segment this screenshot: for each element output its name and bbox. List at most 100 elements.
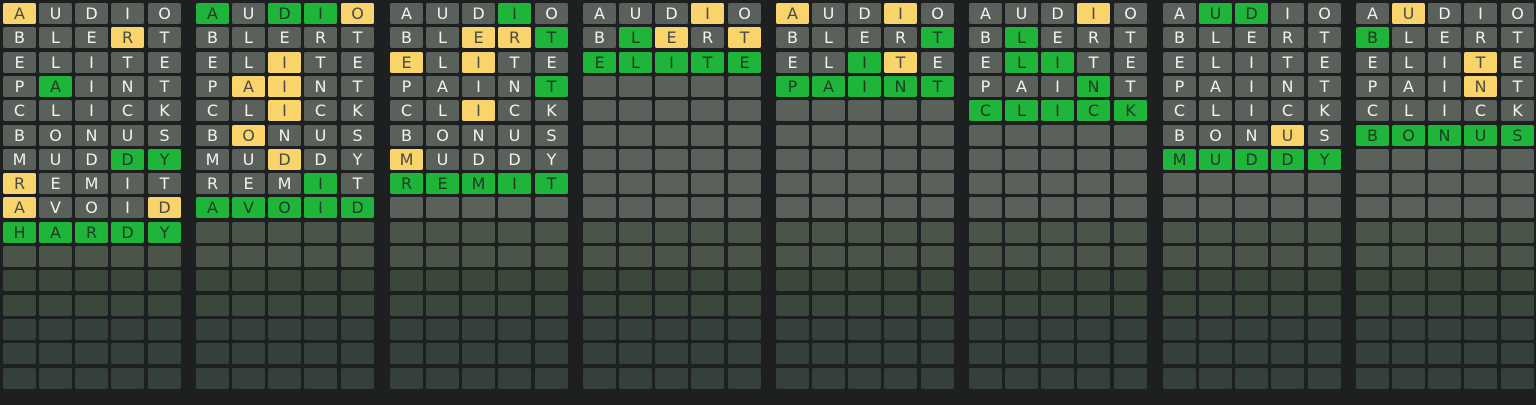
empty-tile xyxy=(148,246,181,267)
empty-tile xyxy=(1235,246,1268,267)
empty-tile xyxy=(498,197,531,218)
empty-tile xyxy=(1235,343,1268,364)
empty-tile xyxy=(196,246,229,267)
empty-tile xyxy=(1041,173,1074,194)
empty-tile xyxy=(848,295,881,316)
letter-tile-absent: R xyxy=(691,27,724,48)
letter-tile-absent: D xyxy=(304,149,337,170)
letter-tile-absent: A xyxy=(1163,3,1196,24)
empty-tile xyxy=(1114,149,1147,170)
empty-tile xyxy=(390,368,423,389)
empty-tile xyxy=(1163,246,1196,267)
empty-tile xyxy=(1235,270,1268,291)
empty-tile xyxy=(535,246,568,267)
empty-tile xyxy=(728,222,761,243)
letter-tile-correct: I xyxy=(655,52,688,73)
empty-tile xyxy=(1005,246,1038,267)
letter-tile-correct: I xyxy=(498,173,531,194)
letter-tile-correct: L xyxy=(1005,100,1038,121)
empty-tile xyxy=(1005,270,1038,291)
empty-tile xyxy=(812,197,845,218)
empty-tile xyxy=(583,125,616,146)
empty-tile xyxy=(1199,319,1232,340)
letter-tile-absent: C xyxy=(1356,100,1389,121)
empty-tile xyxy=(304,295,337,316)
letter-tile-correct: D xyxy=(268,3,301,24)
letter-tile-present: M xyxy=(390,149,423,170)
letter-tile-correct: N xyxy=(1428,125,1461,146)
letter-tile-absent: A xyxy=(426,76,459,97)
empty-tile xyxy=(884,173,917,194)
letter-tile-absent: O xyxy=(921,3,954,24)
empty-tile xyxy=(1005,343,1038,364)
empty-tile xyxy=(1163,343,1196,364)
letter-tile-correct: U xyxy=(1199,149,1232,170)
empty-tile xyxy=(812,368,845,389)
empty-tile xyxy=(619,197,652,218)
letter-tile-correct: I xyxy=(304,173,337,194)
empty-tile xyxy=(1464,173,1497,194)
empty-tile xyxy=(969,368,1002,389)
empty-tile xyxy=(1114,319,1147,340)
empty-tile xyxy=(848,100,881,121)
empty-tile xyxy=(1464,149,1497,170)
empty-tile xyxy=(969,246,1002,267)
empty-tile xyxy=(921,368,954,389)
letter-tile-correct: T xyxy=(921,76,954,97)
empty-row xyxy=(3,319,185,340)
empty-tile xyxy=(1356,319,1389,340)
letter-tile-absent: A xyxy=(583,3,616,24)
empty-tile xyxy=(655,368,688,389)
empty-row xyxy=(1356,368,1536,389)
empty-tile xyxy=(884,222,917,243)
empty-tile xyxy=(1005,222,1038,243)
empty-tile xyxy=(148,319,181,340)
empty-tile xyxy=(1271,222,1304,243)
letter-tile-absent: T xyxy=(341,76,374,97)
guess-row: PAINT xyxy=(969,76,1151,97)
letter-tile-absent: P xyxy=(1356,76,1389,97)
empty-tile xyxy=(1308,222,1341,243)
empty-tile xyxy=(1199,246,1232,267)
empty-tile xyxy=(884,149,917,170)
empty-tile xyxy=(884,125,917,146)
empty-tile xyxy=(848,246,881,267)
empty-tile xyxy=(1163,295,1196,316)
empty-tile xyxy=(812,100,845,121)
empty-tile xyxy=(655,125,688,146)
letter-tile-correct: H xyxy=(3,222,36,243)
empty-tile xyxy=(75,319,108,340)
empty-tile xyxy=(921,149,954,170)
letter-tile-present: I xyxy=(268,52,301,73)
guess-row: ELITE xyxy=(390,52,572,73)
letter-tile-correct: D xyxy=(1235,3,1268,24)
empty-tile xyxy=(1271,319,1304,340)
empty-tile xyxy=(1356,197,1389,218)
empty-tile xyxy=(111,368,144,389)
empty-tile xyxy=(884,100,917,121)
empty-tile xyxy=(655,270,688,291)
empty-tile xyxy=(583,270,616,291)
empty-tile xyxy=(3,270,36,291)
letter-tile-absent: K xyxy=(1308,100,1341,121)
empty-row xyxy=(390,222,572,243)
empty-tile xyxy=(691,222,724,243)
empty-tile xyxy=(1356,295,1389,316)
guess-row: REMIT xyxy=(196,173,378,194)
guess-row: CLICK xyxy=(3,100,185,121)
letter-tile-present: D xyxy=(148,197,181,218)
letter-tile-present: R xyxy=(498,27,531,48)
guess-row: MUDDY xyxy=(390,149,572,170)
letter-tile-present: I xyxy=(462,100,495,121)
letter-tile-present: D xyxy=(268,149,301,170)
empty-tile xyxy=(1356,270,1389,291)
letter-tile-absent: O xyxy=(1501,3,1534,24)
empty-tile xyxy=(1464,197,1497,218)
empty-tile xyxy=(1077,246,1110,267)
empty-tile xyxy=(3,319,36,340)
empty-row xyxy=(1163,197,1345,218)
letter-tile-absent: Y xyxy=(535,149,568,170)
letter-tile-correct: L xyxy=(619,52,652,73)
empty-tile xyxy=(655,149,688,170)
empty-tile xyxy=(341,343,374,364)
